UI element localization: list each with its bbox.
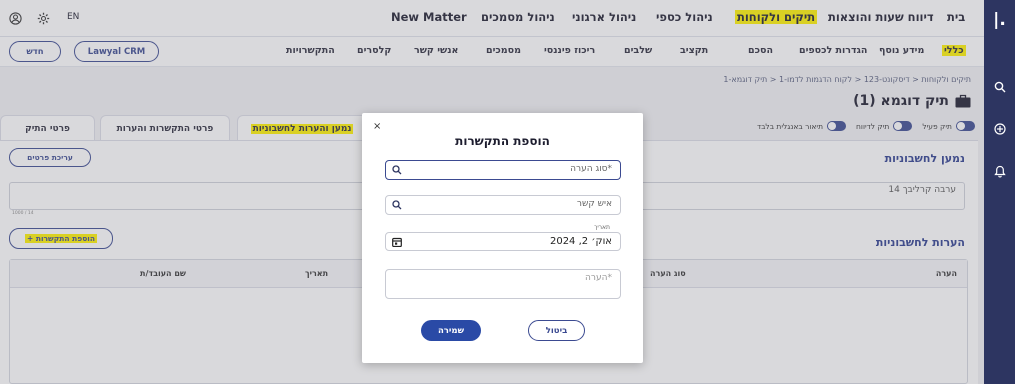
bell-icon[interactable] (984, 165, 1015, 178)
contact-placeholder: איש קשר (576, 199, 612, 209)
close-icon[interactable]: × (373, 121, 381, 132)
date-field[interactable]: תאריך אוק׳ 2, 2024 (385, 224, 621, 251)
add-engagement-dialog: × הוספת התקשרות סוג הערה* איש קשר תאריך … (362, 113, 643, 363)
note-type-placeholder: סוג הערה* (570, 164, 612, 174)
plus-circle-icon[interactable] (984, 123, 1015, 135)
date-label: תאריך (592, 224, 612, 231)
search-icon (392, 200, 402, 210)
calendar-icon[interactable] (392, 237, 402, 247)
dialog-title: הוספת התקשרות (455, 134, 550, 148)
cancel-button[interactable]: ביטול (528, 320, 585, 341)
note-type-select[interactable]: סוג הערה* (385, 160, 621, 180)
note-textarea[interactable]: הערה* (385, 269, 621, 299)
search-icon[interactable] (984, 81, 1015, 93)
save-button[interactable]: שמירה (421, 320, 481, 341)
app-logo[interactable]: |. (984, 10, 1015, 30)
search-icon (392, 165, 402, 175)
app-rail: |. (984, 0, 1015, 384)
note-placeholder: הערה* (585, 273, 612, 283)
date-value: אוק׳ 2, 2024 (549, 236, 612, 247)
contact-select[interactable]: איש קשר (385, 195, 621, 215)
